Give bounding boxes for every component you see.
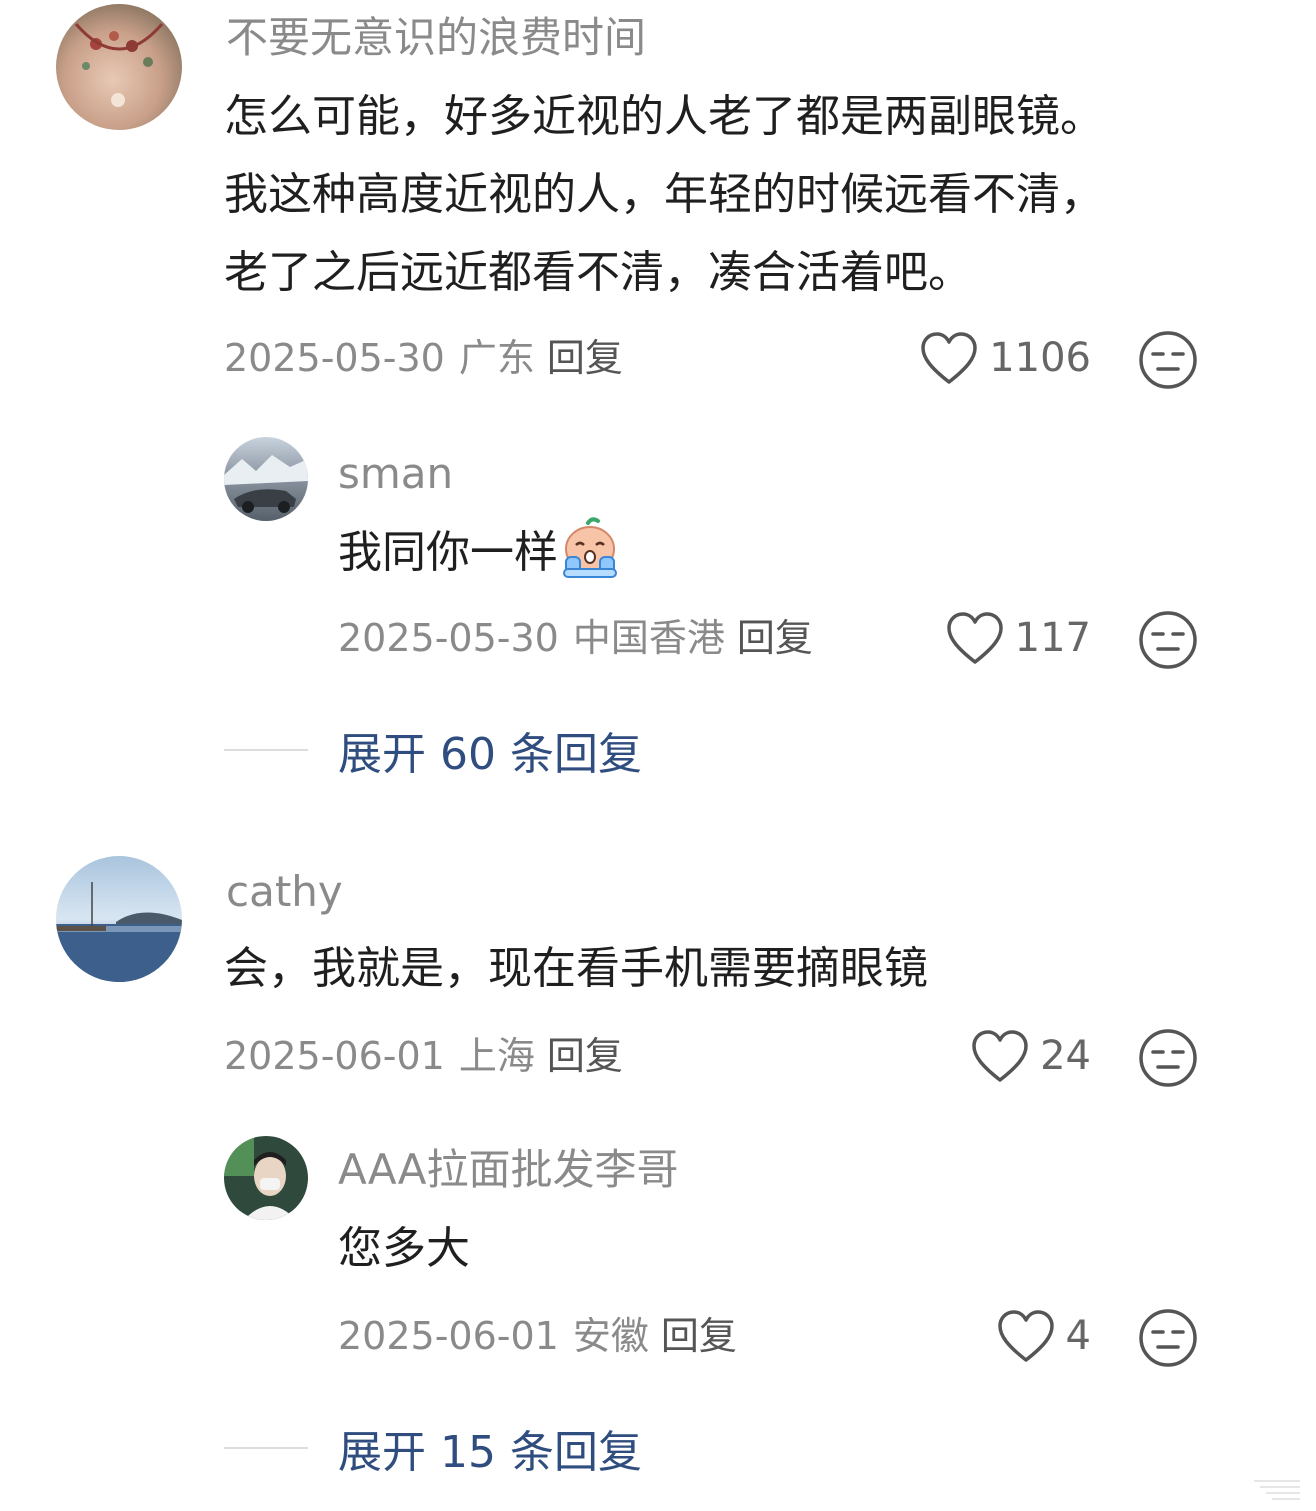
comment-username[interactable]: cathy <box>226 864 343 920</box>
reply-location: 中国香港 <box>572 616 725 660</box>
comment-location: 上海 <box>458 1034 535 1078</box>
reply-meta: 2025-05-30 中国香港 回复 <box>338 612 813 664</box>
heart-icon <box>972 1030 1028 1082</box>
avatar[interactable] <box>56 856 182 982</box>
like-button[interactable]: 117 <box>945 608 1091 668</box>
comment-date: 2025-06-01 <box>224 1034 445 1078</box>
reply-date: 2025-05-30 <box>338 616 559 660</box>
comment-text-line: 怎么可能，好多近视的人老了都是两副眼镜。 <box>224 91 1104 142</box>
expand-replies-label: 展开 60 条回复 <box>338 729 642 780</box>
avatar[interactable] <box>224 1136 308 1220</box>
like-button[interactable]: 1106 <box>919 328 1091 388</box>
meh-face-icon[interactable] <box>1138 330 1198 390</box>
reply-button[interactable]: 回复 <box>737 616 813 660</box>
scroll-handle-icon[interactable] <box>1252 1477 1302 1503</box>
like-button[interactable]: 4 <box>996 1306 1091 1366</box>
like-count: 117 <box>1014 615 1091 661</box>
reply-button[interactable]: 回复 <box>547 336 623 380</box>
like-count: 24 <box>1040 1033 1091 1079</box>
avatar[interactable] <box>224 437 308 521</box>
reply-location: 安徽 <box>572 1314 649 1358</box>
crying-emoji <box>563 517 617 578</box>
avatar[interactable] <box>56 4 182 130</box>
comment-location: 广东 <box>458 336 535 380</box>
reply-date: 2025-06-01 <box>338 1314 559 1358</box>
comment-date: 2025-05-30 <box>224 336 445 380</box>
reply-meta: 2025-06-01 安徽 回复 <box>338 1310 737 1362</box>
comment-text-line: 会，我就是，现在看手机需要摘眼镜 <box>224 943 928 994</box>
like-count: 1106 <box>989 335 1091 381</box>
comment-text-line: 我这种高度近视的人，年轻的时候远看不清， <box>224 169 1104 220</box>
reply-username[interactable]: sman <box>338 446 453 502</box>
divider <box>224 1447 308 1449</box>
comment-username[interactable]: 不要无意识的浪费时间 <box>226 10 646 66</box>
heart-icon <box>997 1310 1054 1362</box>
reply-button[interactable]: 回复 <box>661 1314 737 1358</box>
comment-meta: 2025-06-01 上海 回复 <box>224 1030 623 1082</box>
comment-text-line: 老了之后远近都看不清，凑合活着吧。 <box>224 247 972 298</box>
heart-icon <box>946 612 1003 664</box>
reply-text: 您多大 <box>338 1223 470 1274</box>
expand-replies-label: 展开 15 条回复 <box>338 1427 642 1478</box>
meh-face-icon[interactable] <box>1138 1308 1198 1368</box>
comment-meta: 2025-05-30 广东 回复 <box>224 332 623 384</box>
divider <box>224 749 308 751</box>
like-count: 4 <box>1065 1313 1091 1359</box>
expand-replies-button[interactable]: 展开 60 条回复 <box>224 720 642 780</box>
reply-username[interactable]: AAA拉面批发李哥 <box>338 1142 679 1198</box>
reply-text: 我同你一样 <box>338 514 622 592</box>
meh-face-icon[interactable] <box>1138 1028 1198 1088</box>
reply-button[interactable]: 回复 <box>547 1034 623 1078</box>
meh-face-icon[interactable] <box>1138 610 1198 670</box>
heart-icon <box>921 332 977 384</box>
like-button[interactable]: 24 <box>970 1026 1091 1086</box>
expand-replies-button[interactable]: 展开 15 条回复 <box>224 1418 642 1478</box>
